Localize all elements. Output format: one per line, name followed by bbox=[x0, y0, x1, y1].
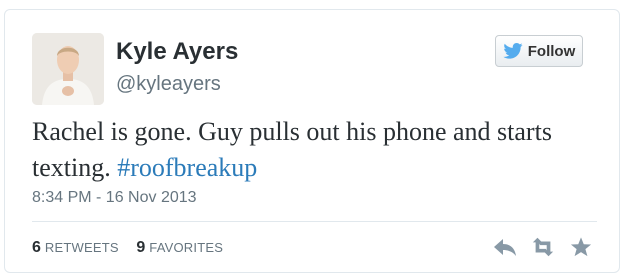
twitter-bird-icon bbox=[503, 43, 523, 59]
avatar[interactable] bbox=[32, 33, 104, 105]
favorites-stat[interactable]: 9 FAVORITES bbox=[136, 239, 224, 256]
star-icon bbox=[570, 237, 592, 257]
author-handle[interactable]: @kyleayers bbox=[116, 73, 221, 96]
tweet-timestamp[interactable]: 8:34 PM - 16 Nov 2013 bbox=[32, 189, 197, 207]
follow-button-label: Follow bbox=[527, 42, 576, 60]
tweet-body: Rachel is gone. Guy pulls out his phone … bbox=[32, 117, 552, 182]
tweet-text: Rachel is gone. Guy pulls out his phone … bbox=[32, 114, 592, 186]
retweets-label: RETWEETS bbox=[44, 240, 119, 255]
retweets-count: 6 bbox=[32, 239, 42, 256]
divider bbox=[32, 221, 597, 222]
avatar-image bbox=[32, 33, 104, 105]
retweet-icon bbox=[532, 237, 554, 257]
retweet-button[interactable] bbox=[531, 235, 555, 259]
hashtag-link[interactable]: #roofbreakup bbox=[117, 153, 257, 182]
favorites-count: 9 bbox=[136, 239, 146, 256]
retweets-stat[interactable]: 6 RETWEETS bbox=[32, 239, 123, 256]
favorites-label: FAVORITES bbox=[149, 240, 224, 255]
tweet-stats: 6 RETWEETS 9 FAVORITES bbox=[32, 239, 223, 257]
reply-button[interactable] bbox=[493, 235, 517, 259]
tweet-card: Kyle Ayers @kyleayers Follow Rachel is g… bbox=[4, 9, 620, 273]
follow-button[interactable]: Follow bbox=[495, 35, 583, 67]
tweet-actions bbox=[493, 235, 593, 259]
author-name[interactable]: Kyle Ayers bbox=[116, 38, 238, 66]
reply-icon bbox=[494, 239, 516, 256]
favorite-button[interactable] bbox=[569, 235, 593, 259]
